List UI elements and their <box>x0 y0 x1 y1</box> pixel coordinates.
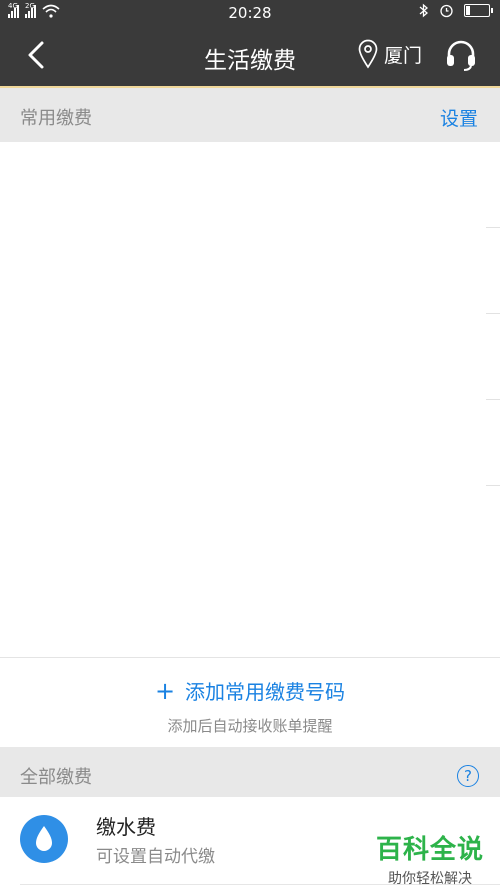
page-title: 生活缴费 <box>204 48 296 74</box>
scroll-tick <box>486 485 500 486</box>
all-payments-title: 全部缴费 <box>20 767 92 788</box>
watermark-subtitle: 助你轻松解决 <box>387 871 472 887</box>
all-payments-header: 全部缴费 ? <box>0 747 500 797</box>
watermark-title: 百科全说 <box>375 835 484 865</box>
scroll-tick <box>486 313 500 314</box>
frequent-payments-list <box>0 142 500 657</box>
alarm-icon <box>440 4 453 18</box>
bluetooth-icon <box>419 3 428 18</box>
scroll-tick <box>486 227 500 228</box>
city-selector[interactable]: 厦门 <box>358 39 422 69</box>
add-frequent-number-button[interactable]: + 添加常用缴费号码 <box>0 676 500 705</box>
water-drop-icon <box>20 815 68 863</box>
add-frequent-hint: 添加后自动接收账单提醒 <box>167 717 333 735</box>
help-question-icon[interactable]: ? <box>457 765 479 787</box>
add-frequent-label: 添加常用缴费号码 <box>185 680 346 704</box>
add-frequent-area: + 添加常用缴费号码 添加后自动接收账单提醒 <box>0 657 500 748</box>
settings-link[interactable]: 设置 <box>440 104 478 131</box>
item-subtitle: 可设置自动代缴 <box>96 847 215 867</box>
scroll-tick <box>486 399 500 400</box>
item-name: 缴水费 <box>96 815 156 839</box>
nav-bar: 生活缴费 厦门 <box>0 26 500 88</box>
battery-icon <box>464 4 493 17</box>
location-pin-icon <box>358 39 378 69</box>
frequent-payments-header: 常用缴费 设置 <box>0 88 500 142</box>
plus-icon: + <box>154 677 176 705</box>
status-bar: 4G 2G 20:28 <box>0 0 500 26</box>
battery-level <box>466 6 471 15</box>
customer-service-headset-icon[interactable] <box>444 38 478 72</box>
frequent-payments-title: 常用缴费 <box>20 108 92 129</box>
watermark-logo: 百科全说 助你轻松解决 <box>376 829 484 888</box>
city-label: 厦门 <box>383 44 422 67</box>
